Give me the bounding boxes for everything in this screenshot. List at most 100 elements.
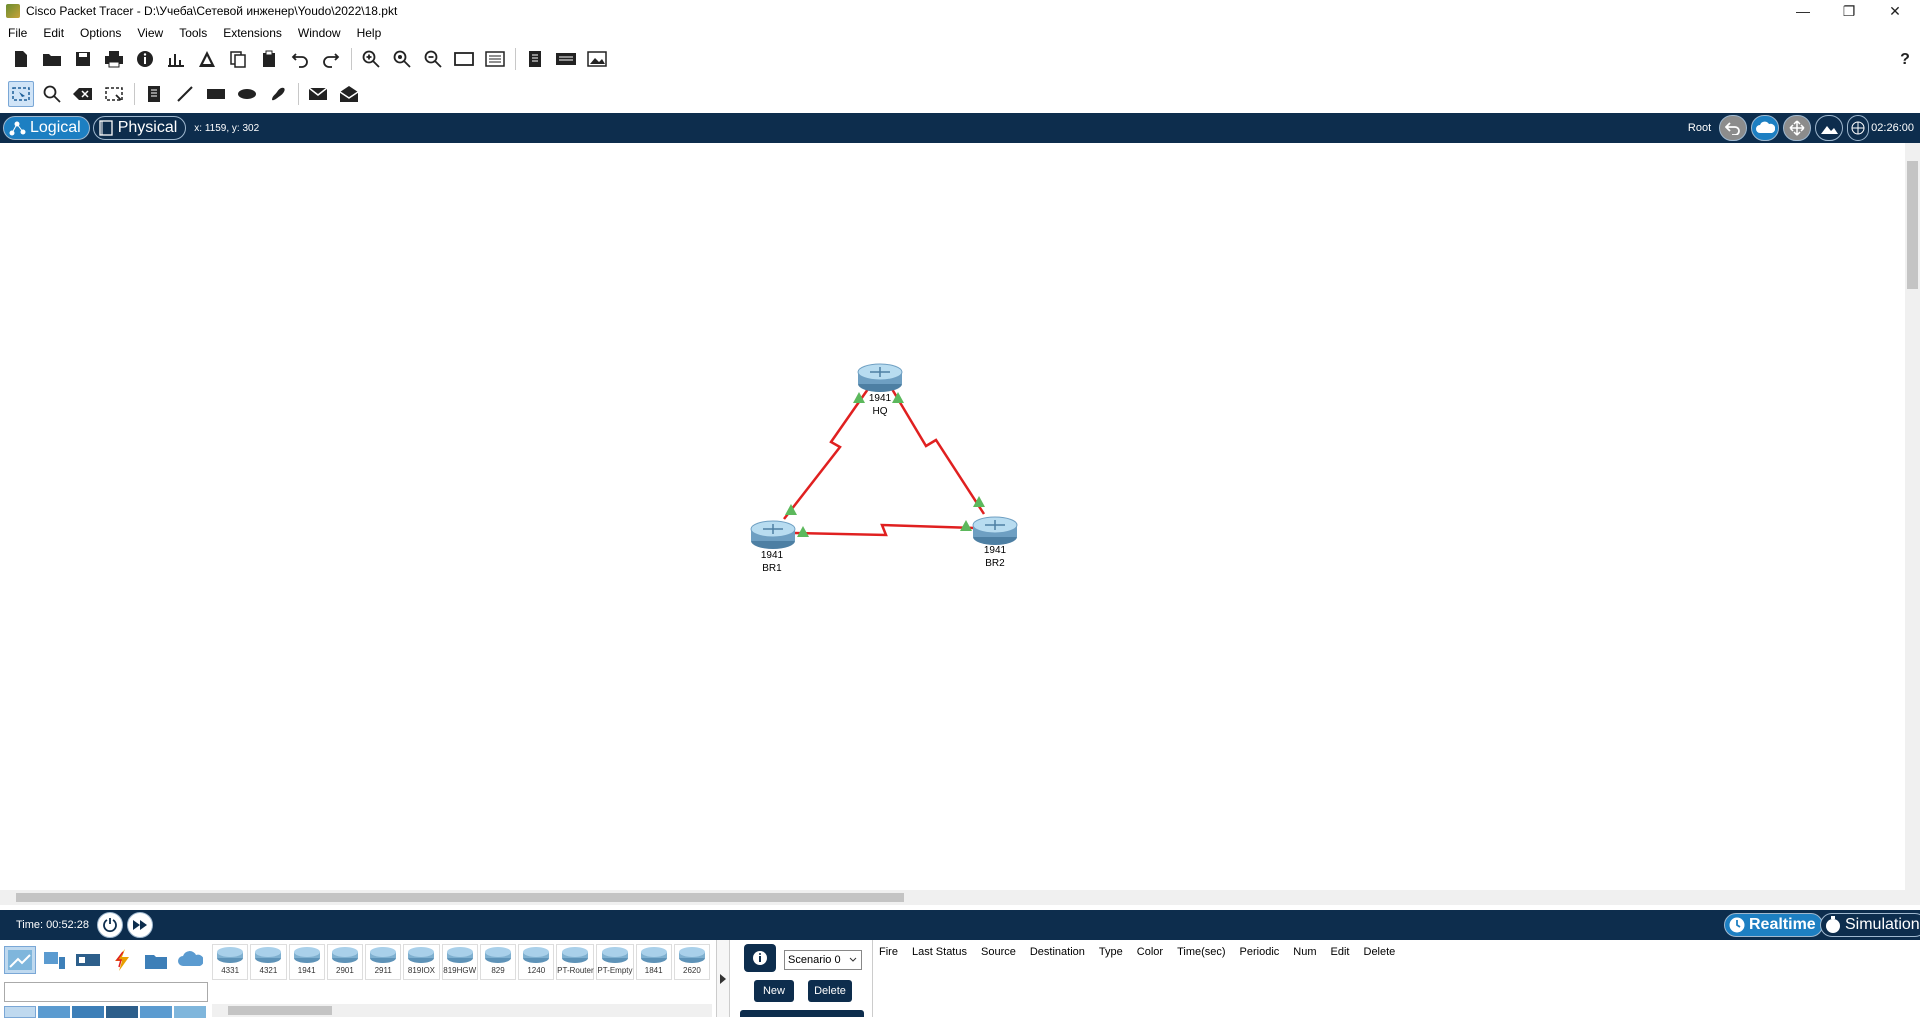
logical-view-button[interactable]: Logical bbox=[3, 116, 90, 140]
undo-icon[interactable] bbox=[287, 46, 313, 72]
add-simple-pdu-icon[interactable] bbox=[305, 81, 331, 107]
toggle-pdu-list-button[interactable] bbox=[740, 1010, 864, 1017]
panel-splitter[interactable] bbox=[716, 940, 730, 1017]
serial-link-hq-br2[interactable] bbox=[890, 388, 986, 515]
maximize-button[interactable]: ❐ bbox=[1826, 0, 1872, 22]
device-model-2911[interactable]: 2911 bbox=[365, 944, 402, 980]
serial-link-br1-br2[interactable] bbox=[794, 523, 976, 537]
device-model-4321[interactable]: 4321 bbox=[250, 944, 287, 980]
save-icon[interactable] bbox=[70, 46, 96, 72]
activity-wizard-icon[interactable] bbox=[194, 46, 220, 72]
open-folder-icon[interactable] bbox=[39, 46, 65, 72]
power-cycle-icon[interactable] bbox=[96, 912, 123, 938]
network-devices-category-icon[interactable] bbox=[4, 946, 36, 974]
connections-category-icon[interactable] bbox=[106, 946, 138, 974]
workspace-horizontal-scrollbar[interactable] bbox=[0, 890, 1920, 905]
print-icon[interactable] bbox=[101, 46, 127, 72]
zoom-out-icon[interactable] bbox=[420, 46, 446, 72]
router-br1[interactable] bbox=[750, 520, 796, 549]
router-br2[interactable] bbox=[972, 516, 1018, 545]
zoom-reset-icon[interactable] bbox=[389, 46, 415, 72]
freeform-icon[interactable] bbox=[265, 81, 291, 107]
move-object-icon[interactable] bbox=[1783, 115, 1812, 141]
multiuser-category-icon[interactable] bbox=[174, 946, 206, 974]
set-background-icon[interactable] bbox=[1815, 115, 1844, 141]
scenario-info-icon[interactable] bbox=[744, 944, 776, 972]
device-model-819hgw[interactable]: 819HGW bbox=[441, 944, 478, 980]
menu-tools[interactable]: Tools bbox=[179, 26, 207, 40]
device-model-2901[interactable]: 2901 bbox=[326, 944, 364, 980]
device-model-1240[interactable]: 1240 bbox=[518, 944, 555, 980]
device-model-819iox[interactable]: 819IOX bbox=[403, 944, 440, 980]
toolbar-separator bbox=[515, 48, 516, 70]
place-note-icon[interactable] bbox=[141, 81, 167, 107]
logical-workspace[interactable]: 1941 HQ 1941 BR1 1941 BR2 bbox=[0, 143, 1905, 890]
drawing-palette-icon[interactable] bbox=[451, 46, 477, 72]
physical-view-button[interactable]: Physical bbox=[92, 116, 187, 140]
hubs-subcategory-icon[interactable] bbox=[72, 1006, 104, 1018]
menu-options[interactable]: Options bbox=[80, 26, 121, 40]
minimize-button[interactable]: — bbox=[1780, 0, 1826, 22]
new-file-icon[interactable] bbox=[8, 46, 34, 72]
zoom-in-icon[interactable] bbox=[358, 46, 384, 72]
miscellaneous-category-icon[interactable] bbox=[140, 946, 172, 974]
menu-view[interactable]: View bbox=[137, 26, 163, 40]
switches-subcategory-icon[interactable] bbox=[38, 1006, 70, 1018]
menu-window[interactable]: Window bbox=[298, 26, 341, 40]
draw-line-icon[interactable] bbox=[172, 81, 198, 107]
viewport-clock[interactable]: 02:26:00 bbox=[1847, 115, 1914, 141]
device-model-829[interactable]: 829 bbox=[479, 944, 517, 980]
delete-scenario-button[interactable]: Delete bbox=[808, 980, 852, 1002]
menu-file[interactable]: File bbox=[8, 26, 27, 40]
close-button[interactable]: ✕ bbox=[1872, 0, 1918, 22]
add-complex-pdu-icon[interactable] bbox=[336, 81, 362, 107]
workspace-vertical-scrollbar[interactable] bbox=[1905, 143, 1920, 890]
router-hq[interactable] bbox=[857, 363, 903, 392]
realtime-mode-button[interactable]: Realtime bbox=[1724, 913, 1823, 937]
menu-edit[interactable]: Edit bbox=[43, 26, 64, 40]
back-icon[interactable] bbox=[1719, 115, 1748, 141]
draw-rectangle-icon[interactable] bbox=[203, 81, 229, 107]
horizontal-scroll-thumb[interactable] bbox=[16, 893, 904, 902]
inspect-tool-icon[interactable] bbox=[39, 81, 65, 107]
device-model-label: 4331 bbox=[221, 966, 240, 975]
vertical-scroll-thumb[interactable] bbox=[1907, 161, 1918, 289]
device-model-1941[interactable]: 1941 bbox=[288, 944, 325, 980]
device-model-pt-router[interactable]: PT-Router bbox=[556, 944, 595, 980]
redo-icon[interactable] bbox=[318, 46, 344, 72]
network-wizard-icon[interactable] bbox=[163, 46, 189, 72]
components-category-icon[interactable] bbox=[72, 946, 104, 974]
device-type-name-field[interactable] bbox=[4, 982, 208, 1002]
custom-devices-dialog-icon[interactable] bbox=[482, 46, 508, 72]
draw-ellipse-icon[interactable] bbox=[234, 81, 260, 107]
menu-extensions[interactable]: Extensions bbox=[223, 26, 282, 40]
device-model-4331[interactable]: 4331 bbox=[212, 944, 249, 980]
viewport-icon[interactable] bbox=[522, 46, 548, 72]
wireless-subcategory-icon[interactable] bbox=[106, 1006, 138, 1018]
model-scroll-thumb[interactable] bbox=[228, 1006, 332, 1015]
device-model-2620[interactable]: 2620 bbox=[673, 944, 711, 980]
delete-tool-icon[interactable] bbox=[70, 81, 96, 107]
paste-icon[interactable] bbox=[256, 46, 282, 72]
info-icon[interactable] bbox=[132, 46, 158, 72]
device-model-pt-empty[interactable]: PT-Empty bbox=[596, 944, 634, 980]
simulation-mode-button[interactable]: Simulation bbox=[1820, 913, 1920, 937]
device-model-1841[interactable]: 1841 bbox=[635, 944, 672, 980]
model-list-scrollbar[interactable] bbox=[212, 1004, 712, 1017]
menu-help[interactable]: Help bbox=[357, 26, 382, 40]
copy-icon[interactable] bbox=[225, 46, 251, 72]
serial-link-hq-br1[interactable] bbox=[783, 388, 870, 520]
network-info-icon[interactable] bbox=[553, 46, 579, 72]
new-scenario-button[interactable]: New bbox=[754, 980, 794, 1002]
security-subcategory-icon[interactable] bbox=[140, 1006, 172, 1018]
select-tool-icon[interactable] bbox=[8, 81, 34, 107]
image-icon[interactable] bbox=[584, 46, 610, 72]
new-cluster-icon[interactable] bbox=[1751, 115, 1780, 141]
wan-emulation-subcategory-icon[interactable] bbox=[174, 1006, 206, 1018]
scenario-select[interactable]: Scenario 0 bbox=[784, 950, 862, 970]
fast-forward-icon[interactable] bbox=[126, 912, 153, 938]
resize-shape-icon[interactable] bbox=[101, 81, 127, 107]
help-button[interactable]: ? bbox=[1882, 49, 1920, 71]
end-devices-category-icon[interactable] bbox=[38, 946, 70, 974]
routers-subcategory-icon[interactable] bbox=[4, 1006, 36, 1018]
